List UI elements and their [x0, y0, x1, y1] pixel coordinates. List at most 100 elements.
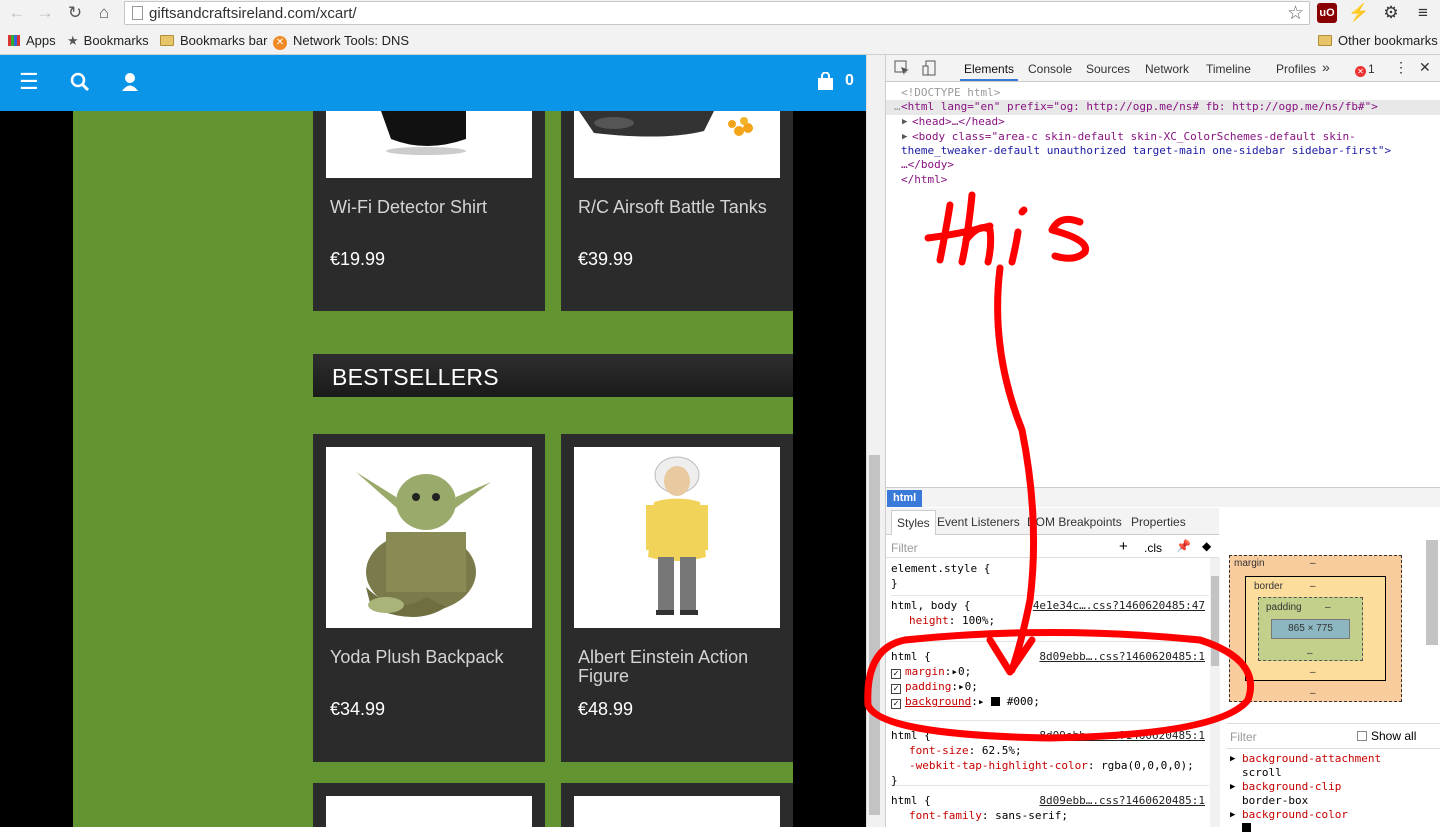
- styles-scrollbar-thumb[interactable]: [1211, 576, 1219, 666]
- styles-scrollbar[interactable]: [1210, 558, 1220, 827]
- cart-icon[interactable]: [817, 71, 834, 97]
- forward-icon[interactable]: →: [34, 2, 56, 24]
- folder-icon: [160, 35, 174, 46]
- tab-dom-breakpoints[interactable]: DOM Breakpoints: [1027, 515, 1122, 529]
- tab-timeline[interactable]: Timeline: [1206, 62, 1251, 76]
- devtools-menu-icon[interactable]: ⋮: [1394, 59, 1408, 76]
- property-checkbox[interactable]: ✓: [891, 684, 901, 694]
- bookmark-star-icon[interactable]: ☆: [1287, 2, 1304, 25]
- rule-source-link[interactable]: 4e1e34c….css?1460620485:47: [1033, 598, 1205, 613]
- back-icon[interactable]: ←: [6, 2, 28, 24]
- tab-elements[interactable]: Elements: [959, 62, 1019, 81]
- website-viewport: ☰ 0 Wi-Fi Detector Shirt €19.99 R/C Airs…: [0, 55, 866, 827]
- rule-html-background[interactable]: html { 8d09ebb….css?1460620485:1 ✓ margin…: [891, 649, 1209, 721]
- boxmodel-scrollbar[interactable]: [1426, 540, 1438, 645]
- new-rule-icon[interactable]: +: [1119, 538, 1128, 555]
- product-name[interactable]: Wi-Fi Detector Shirt: [330, 198, 535, 217]
- styles-tabbar: Styles Event Listeners DOM Breakpoints P…: [886, 508, 1219, 535]
- show-all-toggle[interactable]: Show all: [1357, 729, 1416, 743]
- product-name[interactable]: Yoda Plush Backpack: [330, 648, 535, 667]
- einstein-figure-image: [646, 456, 708, 615]
- dom-body-close[interactable]: …</body>: [901, 158, 954, 172]
- tab-network[interactable]: Network: [1145, 62, 1189, 76]
- tab-properties[interactable]: Properties: [1131, 515, 1186, 529]
- styles-filter-row: Filter + .cls 📌 ◆: [886, 536, 1219, 558]
- reload-icon[interactable]: ↻: [64, 2, 86, 24]
- bookmark-bookmarks-bar[interactable]: Bookmarks bar: [160, 32, 267, 50]
- more-tabs-icon[interactable]: »: [1322, 59, 1330, 75]
- rule-html-body[interactable]: html, body { 4e1e34c….css?1460620485:47 …: [891, 598, 1209, 642]
- hamburger-icon[interactable]: ☰: [19, 69, 39, 95]
- rule-html-font-family[interactable]: html { 8d09ebb….css?1460620485:1 font-fa…: [891, 793, 1209, 827]
- ublock-icon[interactable]: uO: [1317, 3, 1337, 23]
- styles-filter-input[interactable]: Filter: [891, 541, 918, 555]
- product-image[interactable]: [326, 796, 532, 827]
- product-image[interactable]: [574, 796, 780, 827]
- product-card[interactable]: [561, 783, 793, 827]
- dom-body-line1[interactable]: <body class="area-c skin-default skin-XC…: [912, 130, 1356, 144]
- product-name[interactable]: R/C Airsoft Battle Tanks: [578, 198, 783, 217]
- search-icon[interactable]: [70, 72, 90, 98]
- rule-source-link[interactable]: 8d09ebb….css?1460620485:1: [1039, 649, 1205, 664]
- dom-body-line2[interactable]: theme_tweaker-default unauthorized targe…: [901, 144, 1391, 158]
- rule-element-style[interactable]: element.style { }: [891, 561, 1209, 596]
- toggle-state-icon[interactable]: ◆: [1202, 539, 1211, 553]
- dom-head[interactable]: <head>…</head>: [912, 115, 1005, 129]
- rule-source-link[interactable]: 8d09ebb….css?1460620485:1: [1039, 728, 1205, 743]
- computed-filter-input[interactable]: Filter: [1230, 730, 1257, 744]
- devtools-tabbar: Elements Console Sources Network Timelin…: [886, 55, 1440, 82]
- product-card[interactable]: R/C Airsoft Battle Tanks €39.99: [561, 111, 793, 311]
- product-image[interactable]: [326, 111, 532, 178]
- page-scrollbar-thumb[interactable]: [869, 455, 880, 815]
- tab-sources[interactable]: Sources: [1086, 62, 1130, 76]
- property-checkbox[interactable]: ✓: [891, 699, 901, 709]
- tab-styles[interactable]: Styles: [891, 510, 936, 535]
- error-indicator[interactable]: ✕ 1: [1355, 62, 1375, 77]
- product-image[interactable]: [326, 447, 532, 628]
- lightning-icon[interactable]: ⚡: [1348, 2, 1370, 24]
- product-name[interactable]: Albert Einstein Action Figure: [578, 648, 783, 686]
- show-all-checkbox[interactable]: [1357, 731, 1367, 741]
- computed-item[interactable]: ▶ background-attachment scroll: [1226, 752, 1426, 780]
- url-text[interactable]: giftsandcraftsireland.com/xcart/: [149, 5, 357, 22]
- pin-icon[interactable]: 📌: [1176, 539, 1191, 553]
- device-mode-icon[interactable]: [922, 60, 938, 79]
- color-swatch[interactable]: [991, 697, 1001, 706]
- product-card[interactable]: Yoda Plush Backpack €34.99: [313, 434, 545, 762]
- expand-arrow-icon[interactable]: ▶: [902, 115, 907, 129]
- other-bookmarks[interactable]: Other bookmarks: [1318, 32, 1438, 50]
- box-content[interactable]: 865 × 775: [1271, 619, 1350, 639]
- product-price: €39.99: [578, 249, 634, 269]
- rule-html-font-size[interactable]: html { 8d09ebb….css?1460620485:1 font-si…: [891, 728, 1209, 787]
- property-checkbox[interactable]: ✓: [891, 669, 901, 679]
- tab-console[interactable]: Console: [1028, 62, 1072, 76]
- breadcrumb-html[interactable]: html: [887, 490, 923, 507]
- dom-html-close[interactable]: </html>: [901, 173, 947, 187]
- cls-button[interactable]: .cls: [1144, 541, 1162, 555]
- expand-arrow-icon[interactable]: ▶: [902, 130, 907, 144]
- section-header: BESTSELLERS: [313, 354, 793, 397]
- computed-item[interactable]: ▶ background-clip border-box: [1226, 780, 1426, 808]
- close-icon[interactable]: ✕: [1419, 59, 1431, 76]
- product-price: €34.99: [330, 699, 386, 719]
- address-bar[interactable]: giftsandcraftsireland.com/xcart/ ☆: [124, 1, 1310, 25]
- product-image[interactable]: [574, 447, 780, 628]
- bookmark-bookmarks[interactable]: ★ Bookmarks: [67, 32, 149, 50]
- computed-item[interactable]: ▶ background-color: [1226, 808, 1426, 836]
- product-card[interactable]: Albert Einstein Action Figure €48.99: [561, 434, 793, 762]
- bookmark-apps[interactable]: Apps: [8, 32, 56, 50]
- gear-icon[interactable]: ⚙: [1380, 2, 1402, 24]
- rule-source-link[interactable]: 8d09ebb….css?1460620485:1: [1039, 793, 1205, 808]
- home-icon[interactable]: ⌂: [93, 2, 115, 24]
- dom-html-open[interactable]: <html lang="en" prefix="og: http://ogp.m…: [901, 100, 1378, 114]
- dom-doctype[interactable]: <!DOCTYPE html>: [901, 86, 1000, 100]
- product-card[interactable]: Wi-Fi Detector Shirt €19.99: [313, 111, 545, 311]
- user-icon[interactable]: [121, 72, 139, 98]
- tab-profiles[interactable]: Profiles: [1276, 62, 1316, 76]
- product-image[interactable]: [574, 111, 780, 178]
- inspect-icon[interactable]: [894, 60, 910, 79]
- bookmark-network-tools[interactable]: ✕Network Tools: DNS,IP: [273, 32, 409, 50]
- product-card[interactable]: [313, 783, 545, 827]
- tab-event-listeners[interactable]: Event Listeners: [937, 515, 1020, 529]
- menu-icon[interactable]: ≡: [1412, 2, 1434, 24]
